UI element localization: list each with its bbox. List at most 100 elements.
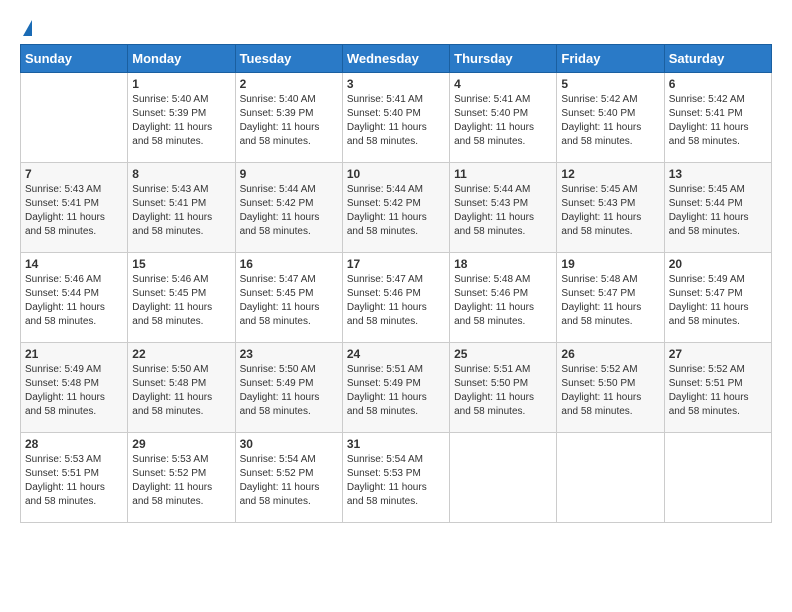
day-info: Sunrise: 5:53 AMSunset: 5:51 PMDaylight:…	[25, 453, 123, 509]
day-info: Sunrise: 5:48 AMSunset: 5:46 PMDaylight:…	[454, 273, 552, 329]
calendar-week-row: 21Sunrise: 5:49 AMSunset: 5:48 PMDayligh…	[21, 343, 772, 433]
calendar-week-row: 7 Sunrise: 5:43 AMSunset: 5:41 PMDaylight…	[21, 163, 772, 253]
day-info: Sunrise: 5:44 AMSunset: 5:42 PMDaylight:…	[347, 183, 445, 239]
calendar-day-cell: 10Sunrise: 5:44 AMSunset: 5:42 PMDayligh…	[342, 163, 449, 253]
calendar-week-row: 14 Sunrise: 5:46 AMSunset: 5:44 PMDayligh…	[21, 253, 772, 343]
calendar-day-cell: 18 Sunrise: 5:48 AMSunset: 5:46 PMDayligh…	[450, 253, 557, 343]
calendar-header-row: SundayMondayTuesdayWednesdayThursdayFrid…	[21, 45, 772, 73]
day-number: 8	[132, 167, 230, 181]
calendar-day-cell: 30 Sunrise: 5:54 AMSunset: 5:52 PMDayligh…	[235, 433, 342, 523]
day-of-week-header: Thursday	[450, 45, 557, 73]
day-number: 11	[454, 167, 552, 181]
day-info: Sunrise: 5:45 AMSunset: 5:43 PMDaylight:…	[561, 183, 659, 239]
day-number: 30	[240, 437, 338, 451]
day-info: Sunrise: 5:47 AMSunset: 5:45 PMDaylight:…	[240, 273, 338, 329]
day-number: 24	[347, 347, 445, 361]
day-number: 23	[240, 347, 338, 361]
calendar-day-cell: 31 Sunrise: 5:54 AMSunset: 5:53 PMDayligh…	[342, 433, 449, 523]
day-info: Sunrise: 5:54 AMSunset: 5:53 PMDaylight:…	[347, 453, 445, 509]
calendar-day-cell: 14 Sunrise: 5:46 AMSunset: 5:44 PMDayligh…	[21, 253, 128, 343]
calendar-day-cell: 19Sunrise: 5:48 AMSunset: 5:47 PMDayligh…	[557, 253, 664, 343]
day-number: 29	[132, 437, 230, 451]
calendar-day-cell: 16 Sunrise: 5:47 AMSunset: 5:45 PMDayligh…	[235, 253, 342, 343]
day-of-week-header: Wednesday	[342, 45, 449, 73]
day-number: 5	[561, 77, 659, 91]
day-info: Sunrise: 5:48 AMSunset: 5:47 PMDaylight:…	[561, 273, 659, 329]
day-number: 3	[347, 77, 445, 91]
day-info: Sunrise: 5:52 AMSunset: 5:51 PMDaylight:…	[669, 363, 767, 419]
calendar-day-cell: 23 Sunrise: 5:50 AMSunset: 5:49 PMDayligh…	[235, 343, 342, 433]
calendar-day-cell: 17Sunrise: 5:47 AMSunset: 5:46 PMDayligh…	[342, 253, 449, 343]
day-of-week-header: Sunday	[21, 45, 128, 73]
day-number: 17	[347, 257, 445, 271]
calendar-week-row: 1Sunrise: 5:40 AMSunset: 5:39 PMDaylight…	[21, 73, 772, 163]
calendar-day-cell	[21, 73, 128, 163]
calendar-day-cell: 20 Sunrise: 5:49 AMSunset: 5:47 PMDayligh…	[664, 253, 771, 343]
calendar-day-cell	[664, 433, 771, 523]
day-of-week-header: Monday	[128, 45, 235, 73]
day-number: 4	[454, 77, 552, 91]
day-info: Sunrise: 5:42 AMSunset: 5:40 PMDaylight:…	[561, 93, 659, 149]
day-number: 12	[561, 167, 659, 181]
calendar-day-cell: 3 Sunrise: 5:41 AMSunset: 5:40 PMDaylight…	[342, 73, 449, 163]
calendar-day-cell: 1Sunrise: 5:40 AMSunset: 5:39 PMDaylight…	[128, 73, 235, 163]
calendar-day-cell: 2Sunrise: 5:40 AMSunset: 5:39 PMDaylight…	[235, 73, 342, 163]
calendar-day-cell: 8 Sunrise: 5:43 AMSunset: 5:41 PMDaylight…	[128, 163, 235, 253]
calendar-day-cell: 12 Sunrise: 5:45 AMSunset: 5:43 PMDayligh…	[557, 163, 664, 253]
calendar-day-cell: 28 Sunrise: 5:53 AMSunset: 5:51 PMDayligh…	[21, 433, 128, 523]
calendar-day-cell: 25 Sunrise: 5:51 AMSunset: 5:50 PMDayligh…	[450, 343, 557, 433]
day-of-week-header: Friday	[557, 45, 664, 73]
calendar: SundayMondayTuesdayWednesdayThursdayFrid…	[20, 44, 772, 523]
calendar-day-cell: 29 Sunrise: 5:53 AMSunset: 5:52 PMDayligh…	[128, 433, 235, 523]
calendar-day-cell: 22 Sunrise: 5:50 AMSunset: 5:48 PMDayligh…	[128, 343, 235, 433]
day-info: Sunrise: 5:52 AMSunset: 5:50 PMDaylight:…	[561, 363, 659, 419]
day-info: Sunrise: 5:40 AMSunset: 5:39 PMDaylight:…	[240, 93, 338, 149]
calendar-day-cell: 13Sunrise: 5:45 AMSunset: 5:44 PMDayligh…	[664, 163, 771, 253]
day-info: Sunrise: 5:53 AMSunset: 5:52 PMDaylight:…	[132, 453, 230, 509]
day-number: 14	[25, 257, 123, 271]
day-number: 18	[454, 257, 552, 271]
day-info: Sunrise: 5:42 AMSunset: 5:41 PMDaylight:…	[669, 93, 767, 149]
day-info: Sunrise: 5:41 AMSunset: 5:40 PMDaylight:…	[454, 93, 552, 149]
day-info: Sunrise: 5:46 AMSunset: 5:45 PMDaylight:…	[132, 273, 230, 329]
day-info: Sunrise: 5:46 AMSunset: 5:44 PMDaylight:…	[25, 273, 123, 329]
calendar-day-cell: 24 Sunrise: 5:51 AMSunset: 5:49 PMDayligh…	[342, 343, 449, 433]
day-number: 9	[240, 167, 338, 181]
day-number: 26	[561, 347, 659, 361]
day-number: 20	[669, 257, 767, 271]
calendar-day-cell	[450, 433, 557, 523]
day-info: Sunrise: 5:43 AMSunset: 5:41 PMDaylight:…	[25, 183, 123, 239]
day-info: Sunrise: 5:50 AMSunset: 5:48 PMDaylight:…	[132, 363, 230, 419]
day-info: Sunrise: 5:54 AMSunset: 5:52 PMDaylight:…	[240, 453, 338, 509]
calendar-day-cell: 4 Sunrise: 5:41 AMSunset: 5:40 PMDaylight…	[450, 73, 557, 163]
logo-triangle-icon	[23, 20, 32, 36]
day-info: Sunrise: 5:43 AMSunset: 5:41 PMDaylight:…	[132, 183, 230, 239]
day-number: 7	[25, 167, 123, 181]
day-number: 25	[454, 347, 552, 361]
day-info: Sunrise: 5:51 AMSunset: 5:49 PMDaylight:…	[347, 363, 445, 419]
calendar-day-cell: 11Sunrise: 5:44 AMSunset: 5:43 PMDayligh…	[450, 163, 557, 253]
calendar-day-cell: 7 Sunrise: 5:43 AMSunset: 5:41 PMDaylight…	[21, 163, 128, 253]
day-info: Sunrise: 5:44 AMSunset: 5:42 PMDaylight:…	[240, 183, 338, 239]
calendar-day-cell: 26 Sunrise: 5:52 AMSunset: 5:50 PMDayligh…	[557, 343, 664, 433]
calendar-day-cell: 15Sunrise: 5:46 AMSunset: 5:45 PMDayligh…	[128, 253, 235, 343]
day-info: Sunrise: 5:50 AMSunset: 5:49 PMDaylight:…	[240, 363, 338, 419]
calendar-week-row: 28 Sunrise: 5:53 AMSunset: 5:51 PMDayligh…	[21, 433, 772, 523]
day-number: 31	[347, 437, 445, 451]
day-info: Sunrise: 5:49 AMSunset: 5:48 PMDaylight:…	[25, 363, 123, 419]
calendar-day-cell: 9 Sunrise: 5:44 AMSunset: 5:42 PMDaylight…	[235, 163, 342, 253]
calendar-day-cell: 5 Sunrise: 5:42 AMSunset: 5:40 PMDaylight…	[557, 73, 664, 163]
calendar-day-cell: 21Sunrise: 5:49 AMSunset: 5:48 PMDayligh…	[21, 343, 128, 433]
day-info: Sunrise: 5:51 AMSunset: 5:50 PMDaylight:…	[454, 363, 552, 419]
day-number: 13	[669, 167, 767, 181]
day-number: 22	[132, 347, 230, 361]
day-number: 16	[240, 257, 338, 271]
day-number: 6	[669, 77, 767, 91]
day-number: 28	[25, 437, 123, 451]
day-info: Sunrise: 5:41 AMSunset: 5:40 PMDaylight:…	[347, 93, 445, 149]
day-info: Sunrise: 5:49 AMSunset: 5:47 PMDaylight:…	[669, 273, 767, 329]
calendar-day-cell: 6 Sunrise: 5:42 AMSunset: 5:41 PMDaylight…	[664, 73, 771, 163]
day-number: 27	[669, 347, 767, 361]
calendar-day-cell: 27 Sunrise: 5:52 AMSunset: 5:51 PMDayligh…	[664, 343, 771, 433]
day-of-week-header: Tuesday	[235, 45, 342, 73]
